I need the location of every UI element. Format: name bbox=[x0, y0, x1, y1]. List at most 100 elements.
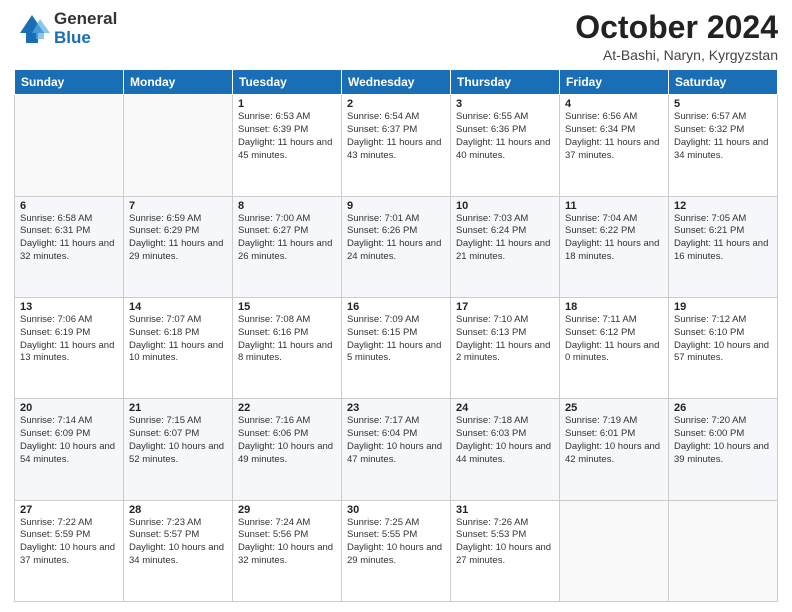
logo-text: General Blue bbox=[54, 10, 117, 47]
day-info: Sunrise: 7:19 AM Sunset: 6:01 PM Dayligh… bbox=[565, 415, 663, 466]
calendar-body: 1Sunrise: 6:53 AM Sunset: 6:39 PM Daylig… bbox=[15, 95, 778, 602]
calendar-cell: 18Sunrise: 7:11 AM Sunset: 6:12 PM Dayli… bbox=[560, 297, 669, 398]
day-number: 2 bbox=[347, 98, 445, 110]
weekday-header-friday: Friday bbox=[560, 70, 669, 95]
calendar-cell bbox=[124, 95, 233, 196]
weekday-header-tuesday: Tuesday bbox=[233, 70, 342, 95]
calendar-cell: 12Sunrise: 7:05 AM Sunset: 6:21 PM Dayli… bbox=[669, 196, 778, 297]
day-number: 26 bbox=[674, 402, 772, 414]
day-number: 7 bbox=[129, 200, 227, 212]
day-info: Sunrise: 7:10 AM Sunset: 6:13 PM Dayligh… bbox=[456, 314, 554, 365]
day-number: 15 bbox=[238, 301, 336, 313]
page: General Blue October 2024 At-Bashi, Nary… bbox=[0, 0, 792, 612]
logo: General Blue bbox=[14, 10, 117, 47]
day-number: 8 bbox=[238, 200, 336, 212]
day-number: 31 bbox=[456, 504, 554, 516]
day-info: Sunrise: 7:20 AM Sunset: 6:00 PM Dayligh… bbox=[674, 415, 772, 466]
calendar-cell: 23Sunrise: 7:17 AM Sunset: 6:04 PM Dayli… bbox=[342, 399, 451, 500]
day-info: Sunrise: 7:12 AM Sunset: 6:10 PM Dayligh… bbox=[674, 314, 772, 365]
logo-general: General bbox=[54, 10, 117, 29]
day-number: 23 bbox=[347, 402, 445, 414]
day-info: Sunrise: 7:17 AM Sunset: 6:04 PM Dayligh… bbox=[347, 415, 445, 466]
calendar-cell: 25Sunrise: 7:19 AM Sunset: 6:01 PM Dayli… bbox=[560, 399, 669, 500]
location: At-Bashi, Naryn, Kyrgyzstan bbox=[575, 47, 778, 63]
weekday-header-wednesday: Wednesday bbox=[342, 70, 451, 95]
calendar-cell: 28Sunrise: 7:23 AM Sunset: 5:57 PM Dayli… bbox=[124, 500, 233, 601]
day-number: 25 bbox=[565, 402, 663, 414]
weekday-header-sunday: Sunday bbox=[15, 70, 124, 95]
month-title: October 2024 bbox=[575, 10, 778, 45]
day-number: 1 bbox=[238, 98, 336, 110]
day-info: Sunrise: 7:03 AM Sunset: 6:24 PM Dayligh… bbox=[456, 213, 554, 264]
day-number: 10 bbox=[456, 200, 554, 212]
day-number: 18 bbox=[565, 301, 663, 313]
day-info: Sunrise: 6:58 AM Sunset: 6:31 PM Dayligh… bbox=[20, 213, 118, 264]
calendar-header: SundayMondayTuesdayWednesdayThursdayFrid… bbox=[15, 70, 778, 95]
day-info: Sunrise: 6:59 AM Sunset: 6:29 PM Dayligh… bbox=[129, 213, 227, 264]
weekday-header-row: SundayMondayTuesdayWednesdayThursdayFrid… bbox=[15, 70, 778, 95]
calendar-week-1: 1Sunrise: 6:53 AM Sunset: 6:39 PM Daylig… bbox=[15, 95, 778, 196]
day-info: Sunrise: 7:15 AM Sunset: 6:07 PM Dayligh… bbox=[129, 415, 227, 466]
calendar-cell bbox=[669, 500, 778, 601]
calendar-cell: 20Sunrise: 7:14 AM Sunset: 6:09 PM Dayli… bbox=[15, 399, 124, 500]
day-number: 6 bbox=[20, 200, 118, 212]
day-info: Sunrise: 7:09 AM Sunset: 6:15 PM Dayligh… bbox=[347, 314, 445, 365]
calendar-cell: 7Sunrise: 6:59 AM Sunset: 6:29 PM Daylig… bbox=[124, 196, 233, 297]
calendar-week-5: 27Sunrise: 7:22 AM Sunset: 5:59 PM Dayli… bbox=[15, 500, 778, 601]
logo-icon bbox=[14, 11, 50, 47]
calendar-cell: 2Sunrise: 6:54 AM Sunset: 6:37 PM Daylig… bbox=[342, 95, 451, 196]
day-info: Sunrise: 6:54 AM Sunset: 6:37 PM Dayligh… bbox=[347, 111, 445, 162]
calendar-cell: 26Sunrise: 7:20 AM Sunset: 6:00 PM Dayli… bbox=[669, 399, 778, 500]
calendar-cell: 21Sunrise: 7:15 AM Sunset: 6:07 PM Dayli… bbox=[124, 399, 233, 500]
day-info: Sunrise: 7:26 AM Sunset: 5:53 PM Dayligh… bbox=[456, 517, 554, 568]
day-info: Sunrise: 7:14 AM Sunset: 6:09 PM Dayligh… bbox=[20, 415, 118, 466]
day-number: 3 bbox=[456, 98, 554, 110]
calendar-cell: 16Sunrise: 7:09 AM Sunset: 6:15 PM Dayli… bbox=[342, 297, 451, 398]
day-number: 20 bbox=[20, 402, 118, 414]
weekday-header-monday: Monday bbox=[124, 70, 233, 95]
day-info: Sunrise: 7:07 AM Sunset: 6:18 PM Dayligh… bbox=[129, 314, 227, 365]
day-info: Sunrise: 7:08 AM Sunset: 6:16 PM Dayligh… bbox=[238, 314, 336, 365]
day-number: 28 bbox=[129, 504, 227, 516]
day-info: Sunrise: 7:25 AM Sunset: 5:55 PM Dayligh… bbox=[347, 517, 445, 568]
calendar-cell: 24Sunrise: 7:18 AM Sunset: 6:03 PM Dayli… bbox=[451, 399, 560, 500]
day-info: Sunrise: 7:06 AM Sunset: 6:19 PM Dayligh… bbox=[20, 314, 118, 365]
calendar-week-4: 20Sunrise: 7:14 AM Sunset: 6:09 PM Dayli… bbox=[15, 399, 778, 500]
calendar-table: SundayMondayTuesdayWednesdayThursdayFrid… bbox=[14, 69, 778, 602]
day-number: 19 bbox=[674, 301, 772, 313]
calendar-cell: 29Sunrise: 7:24 AM Sunset: 5:56 PM Dayli… bbox=[233, 500, 342, 601]
day-number: 13 bbox=[20, 301, 118, 313]
calendar-cell: 15Sunrise: 7:08 AM Sunset: 6:16 PM Dayli… bbox=[233, 297, 342, 398]
calendar-cell: 17Sunrise: 7:10 AM Sunset: 6:13 PM Dayli… bbox=[451, 297, 560, 398]
day-number: 14 bbox=[129, 301, 227, 313]
title-area: October 2024 At-Bashi, Naryn, Kyrgyzstan bbox=[575, 10, 778, 63]
calendar-cell bbox=[560, 500, 669, 601]
day-info: Sunrise: 7:01 AM Sunset: 6:26 PM Dayligh… bbox=[347, 213, 445, 264]
day-info: Sunrise: 6:56 AM Sunset: 6:34 PM Dayligh… bbox=[565, 111, 663, 162]
calendar-cell: 13Sunrise: 7:06 AM Sunset: 6:19 PM Dayli… bbox=[15, 297, 124, 398]
day-number: 9 bbox=[347, 200, 445, 212]
day-info: Sunrise: 7:04 AM Sunset: 6:22 PM Dayligh… bbox=[565, 213, 663, 264]
day-info: Sunrise: 7:18 AM Sunset: 6:03 PM Dayligh… bbox=[456, 415, 554, 466]
calendar-cell: 9Sunrise: 7:01 AM Sunset: 6:26 PM Daylig… bbox=[342, 196, 451, 297]
calendar-cell: 11Sunrise: 7:04 AM Sunset: 6:22 PM Dayli… bbox=[560, 196, 669, 297]
day-number: 17 bbox=[456, 301, 554, 313]
day-info: Sunrise: 7:00 AM Sunset: 6:27 PM Dayligh… bbox=[238, 213, 336, 264]
day-info: Sunrise: 7:05 AM Sunset: 6:21 PM Dayligh… bbox=[674, 213, 772, 264]
weekday-header-thursday: Thursday bbox=[451, 70, 560, 95]
calendar-week-3: 13Sunrise: 7:06 AM Sunset: 6:19 PM Dayli… bbox=[15, 297, 778, 398]
calendar-cell: 27Sunrise: 7:22 AM Sunset: 5:59 PM Dayli… bbox=[15, 500, 124, 601]
calendar-cell: 8Sunrise: 7:00 AM Sunset: 6:27 PM Daylig… bbox=[233, 196, 342, 297]
day-number: 29 bbox=[238, 504, 336, 516]
calendar-cell bbox=[15, 95, 124, 196]
calendar-cell: 6Sunrise: 6:58 AM Sunset: 6:31 PM Daylig… bbox=[15, 196, 124, 297]
day-number: 27 bbox=[20, 504, 118, 516]
day-info: Sunrise: 7:11 AM Sunset: 6:12 PM Dayligh… bbox=[565, 314, 663, 365]
day-number: 5 bbox=[674, 98, 772, 110]
calendar-cell: 5Sunrise: 6:57 AM Sunset: 6:32 PM Daylig… bbox=[669, 95, 778, 196]
day-number: 30 bbox=[347, 504, 445, 516]
weekday-header-saturday: Saturday bbox=[669, 70, 778, 95]
day-number: 4 bbox=[565, 98, 663, 110]
day-info: Sunrise: 6:55 AM Sunset: 6:36 PM Dayligh… bbox=[456, 111, 554, 162]
day-info: Sunrise: 6:53 AM Sunset: 6:39 PM Dayligh… bbox=[238, 111, 336, 162]
